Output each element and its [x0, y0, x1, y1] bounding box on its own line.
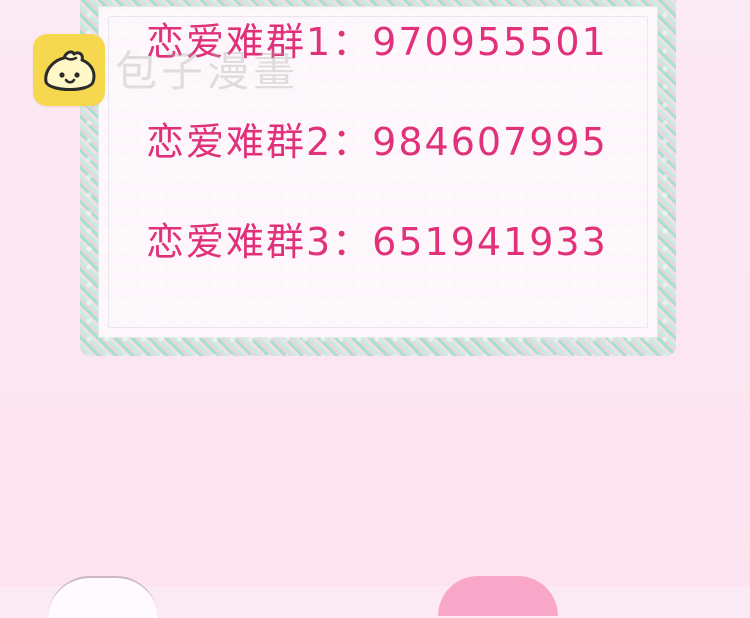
bottom-right-character-hint	[438, 576, 558, 616]
group-line-1: 恋爱难群1：970955501	[146, 20, 608, 64]
group-line-2: 恋爱难群2：984607995	[146, 120, 608, 164]
comic-page: 恋爱难群1：970955501 恋爱难群2：984607995 恋爱难群3：65…	[0, 0, 750, 618]
bottom-left-character-hint	[48, 576, 158, 618]
group-line-3: 恋爱难群3：651941933	[146, 220, 608, 264]
group-list: 恋爱难群1：970955501 恋爱难群2：984607995 恋爱难群3：65…	[146, 0, 626, 292]
